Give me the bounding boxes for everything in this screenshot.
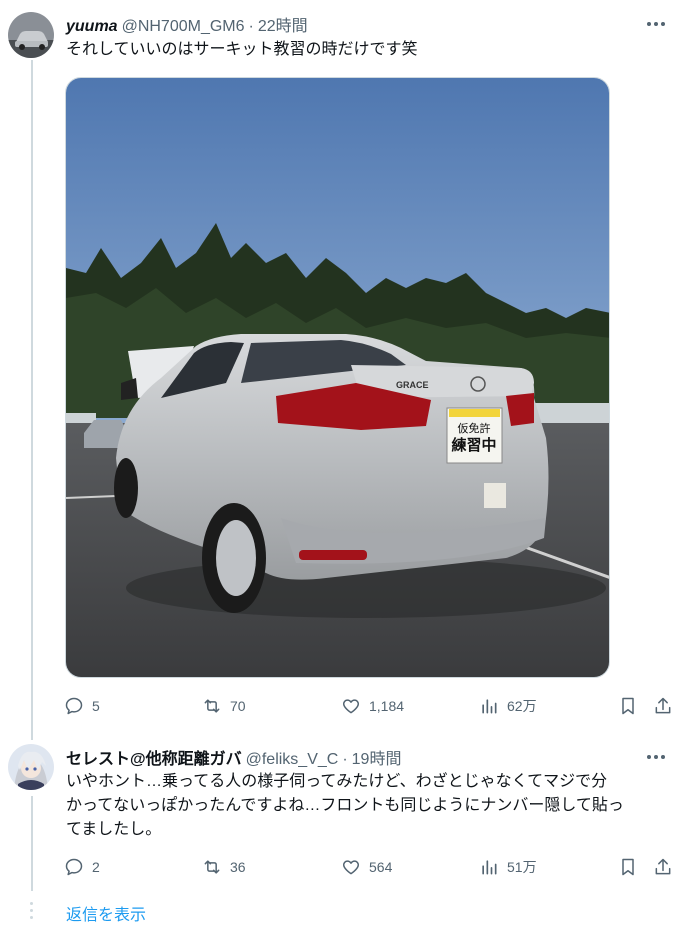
thread-line xyxy=(31,796,33,891)
retweet-count: 36 xyxy=(230,859,246,875)
car-photo-illustration: GRACE 仮免許 練習中 xyxy=(66,78,609,677)
retweet-icon xyxy=(204,860,220,874)
reply-icon xyxy=(65,858,83,876)
tweet-actions: 5 70 1,184 62万 xyxy=(64,694,676,718)
bookmark-button[interactable] xyxy=(618,855,638,879)
avatar-anime-image xyxy=(8,744,54,790)
tweet-text-line: てましたし。 xyxy=(66,821,162,838)
reply-button[interactable]: 5 xyxy=(64,694,100,718)
plate-sign-top: 仮免許 xyxy=(458,421,491,435)
display-name[interactable]: yuuma xyxy=(66,18,118,36)
share-icon xyxy=(655,858,671,875)
retweet-icon xyxy=(204,699,220,713)
views-count: 62万 xyxy=(507,698,537,714)
reply-button[interactable]: 2 xyxy=(64,855,100,879)
user-handle[interactable]: @NH700M_GM6 xyxy=(122,18,245,36)
car-emblem: GRACE xyxy=(396,380,429,390)
like-icon xyxy=(342,860,360,875)
avatar-car-image xyxy=(8,12,54,58)
views-button[interactable]: 62万 xyxy=(479,694,537,718)
retweet-button[interactable]: 70 xyxy=(202,694,246,718)
bookmark-icon xyxy=(622,858,634,876)
separator: · xyxy=(342,751,348,768)
retweet-count: 70 xyxy=(230,698,246,714)
tweet-header: セレスト@他称距離ガバ @feliks_V_C · 19時間 xyxy=(66,745,402,769)
like-button[interactable]: 1,184 xyxy=(341,694,404,718)
tweet-1[interactable]: yuuma @NH700M_GM6 · 22時間 それしていいのはサーキット教習… xyxy=(0,0,680,740)
thread-dots xyxy=(30,902,34,919)
share-icon xyxy=(655,697,671,714)
display-name[interactable]: セレスト@他称距離ガバ xyxy=(66,745,242,769)
more-icon[interactable] xyxy=(644,14,668,34)
reply-count: 5 xyxy=(92,698,100,714)
avatar[interactable] xyxy=(8,12,54,58)
timestamp[interactable]: 19時間 xyxy=(352,745,402,769)
avatar[interactable] xyxy=(8,744,54,790)
views-icon xyxy=(482,860,497,875)
tweet-photo[interactable]: GRACE 仮免許 練習中 xyxy=(65,77,610,678)
separator: · xyxy=(248,18,254,35)
like-button[interactable]: 564 xyxy=(341,855,392,879)
like-count: 564 xyxy=(369,859,393,875)
tweet-text-line: いやホント…乗ってる人の様子伺ってみたけど、わざとじゃなくてマジで分 xyxy=(66,773,608,790)
tweet-text-line: かってないっぽかったんですよね…フロントも同じようにナンバー隠して貼っ xyxy=(66,797,624,814)
user-handle[interactable]: @feliks_V_C xyxy=(246,751,339,769)
timestamp[interactable]: 22時間 xyxy=(258,12,308,36)
reply-icon xyxy=(65,697,83,715)
more-icon[interactable] xyxy=(644,747,668,767)
tweet-header: yuuma @NH700M_GM6 · 22時間 xyxy=(66,12,308,36)
views-button[interactable]: 51万 xyxy=(479,855,537,879)
tweet-text: いやホント…乗ってる人の様子伺ってみたけど、わざとじゃなくてマジで分 かってない… xyxy=(66,770,676,842)
like-count: 1,184 xyxy=(369,698,405,714)
show-replies-link[interactable]: 返信を表示 xyxy=(66,901,146,925)
like-icon xyxy=(342,699,360,714)
bookmark-button[interactable] xyxy=(618,694,638,718)
tweet-text: それしていいのはサーキット教習の時だけです笑 xyxy=(66,41,418,58)
share-button[interactable] xyxy=(653,694,673,718)
retweet-button[interactable]: 36 xyxy=(202,855,246,879)
views-icon xyxy=(482,699,497,714)
share-button[interactable] xyxy=(653,855,673,879)
bookmark-icon xyxy=(622,697,634,715)
views-count: 51万 xyxy=(507,859,537,875)
tweet-actions: 2 36 564 51万 xyxy=(64,855,676,879)
plate-sign-main: 練習中 xyxy=(451,436,496,454)
reply-count: 2 xyxy=(92,859,100,875)
tweet-2[interactable]: セレスト@他称距離ガバ @feliks_V_C · 19時間 いやホント…乗って… xyxy=(0,740,680,900)
